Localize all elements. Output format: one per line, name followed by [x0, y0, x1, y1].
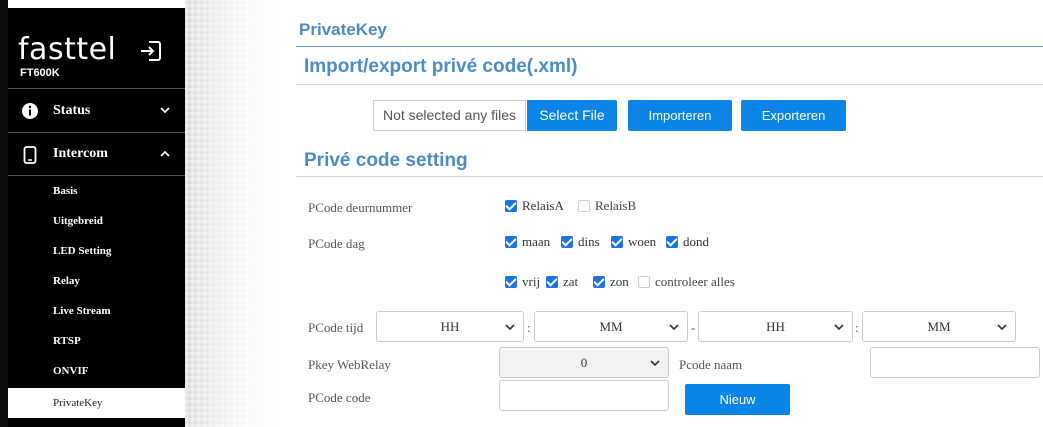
checkbox-label: maan — [522, 234, 551, 249]
pcode-name-input[interactable] — [870, 347, 1040, 378]
info-icon — [22, 103, 38, 119]
chevron-up-icon — [160, 150, 170, 157]
import-button[interactable]: Importeren — [628, 100, 732, 131]
checkbox-checked-icon — [561, 236, 573, 248]
select-value: 0 — [580, 355, 588, 370]
select-all-checkbox[interactable]: controleer alles — [638, 274, 735, 290]
webrelay-select[interactable]: 0 — [499, 347, 669, 378]
day-label: PCode dag — [308, 236, 365, 251]
pcode-name-label: Pcode naam — [679, 357, 743, 372]
sidebar-item-relay[interactable]: Relay — [8, 266, 185, 296]
chevron-down-icon — [669, 324, 679, 331]
sidebar-item-label: Status — [53, 102, 91, 118]
time-colon: : — [855, 320, 859, 335]
sidebar-item-onvif[interactable]: ONVIF — [8, 356, 185, 386]
checkbox-checked-icon — [593, 276, 605, 288]
file-name-field: Not selected any files — [373, 100, 526, 131]
checkbox-label: controleer alles — [655, 274, 735, 289]
checkbox-checked-icon — [505, 200, 517, 212]
brand: fasttel FT600K — [8, 8, 185, 88]
day-woen-checkbox[interactable]: woen — [611, 234, 656, 250]
end-hour-select[interactable]: HH — [698, 311, 853, 342]
pcode-code-input[interactable] — [499, 380, 669, 411]
chevron-down-icon — [160, 107, 170, 114]
door-number-label: PCode deurnummer — [308, 200, 413, 215]
page-title: PrivateKey — [299, 20, 387, 39]
chevron-down-icon — [834, 324, 844, 331]
chevron-down-icon — [997, 324, 1007, 331]
select-value: MM — [927, 319, 951, 334]
sidebar-item-privatekey[interactable]: PrivateKey — [8, 388, 185, 418]
checkbox-label: woen — [628, 234, 657, 249]
start-minute-select[interactable]: MM — [534, 311, 688, 342]
day-zat-checkbox[interactable]: zat — [546, 274, 578, 290]
device-model: FT600K — [20, 67, 60, 79]
sidebar-item-intercom[interactable]: Intercom — [8, 132, 185, 176]
sidebar-item-live-stream[interactable]: Live Stream — [8, 296, 185, 326]
sidebar-item-status[interactable]: Status — [8, 88, 185, 132]
export-button[interactable]: Exporteren — [741, 100, 846, 131]
select-value: MM — [599, 319, 623, 334]
sidebar-item-led-setting[interactable]: LED Setting — [8, 236, 185, 266]
checkbox-checked-icon — [546, 276, 558, 288]
checkbox-label: dond — [683, 234, 709, 249]
checkbox-checked-icon — [611, 236, 623, 248]
section-divider — [296, 84, 1043, 85]
relaisb-checkbox[interactable]: RelaisB — [578, 198, 636, 214]
main-content: PrivateKey Import/export privé code(.xml… — [296, 14, 1043, 427]
webrelay-label: Pkey WebRelay — [308, 357, 391, 372]
checkbox-label: dins — [578, 234, 600, 249]
checkbox-label: zat — [563, 274, 579, 289]
checkbox-unchecked-icon — [638, 276, 650, 288]
background-fade — [185, 0, 285, 427]
end-minute-select[interactable]: MM — [862, 311, 1016, 342]
checkbox-unchecked-icon — [578, 200, 590, 212]
new-button[interactable]: Nieuw — [685, 384, 790, 415]
window-edge — [0, 0, 8, 427]
day-vrij-checkbox[interactable]: vrij — [505, 274, 540, 290]
checkbox-label: RelaisB — [595, 198, 637, 213]
phone-device-icon — [23, 146, 37, 164]
relaisa-checkbox[interactable]: RelaisA — [505, 198, 564, 214]
time-colon: : — [527, 320, 531, 335]
select-value: HH — [440, 319, 460, 334]
select-value: HH — [766, 319, 785, 334]
checkbox-label: vrij — [522, 274, 541, 289]
select-file-button[interactable]: Select File — [527, 100, 617, 131]
sidebar: fasttel FT600K Status Intercom Basis Uit… — [8, 8, 185, 427]
time-dash: - — [691, 320, 696, 335]
checkbox-label: RelaisA — [522, 198, 564, 213]
checkbox-label: zon — [610, 274, 629, 289]
time-label: PCode tijd — [308, 320, 364, 335]
logout-icon[interactable] — [138, 38, 164, 64]
day-dond-checkbox[interactable]: dond — [666, 234, 709, 250]
chevron-down-icon — [650, 360, 660, 367]
sidebar-item-rtsp[interactable]: RTSP — [8, 326, 185, 356]
day-zon-checkbox[interactable]: zon — [593, 274, 629, 290]
checkbox-checked-icon — [666, 236, 678, 248]
sidebar-item-basis[interactable]: Basis — [8, 176, 185, 206]
sidebar-item-uitgebreid[interactable]: Uitgebreid — [8, 206, 185, 236]
pcode-code-label: PCode code — [308, 390, 371, 405]
setting-section-title: Privé code setting — [304, 150, 468, 171]
brand-logo: fasttel — [18, 32, 117, 67]
import-section-title: Import/export privé code(.xml) — [304, 56, 578, 77]
sidebar-item-label: Intercom — [53, 146, 108, 161]
checkbox-checked-icon — [505, 236, 517, 248]
day-maan-checkbox[interactable]: maan — [505, 234, 550, 250]
title-divider — [296, 46, 1043, 47]
chevron-down-icon — [505, 324, 515, 331]
start-hour-select[interactable]: HH — [376, 311, 524, 342]
checkbox-checked-icon — [505, 276, 517, 288]
day-dins-checkbox[interactable]: dins — [561, 234, 600, 250]
section-divider — [296, 176, 1043, 177]
